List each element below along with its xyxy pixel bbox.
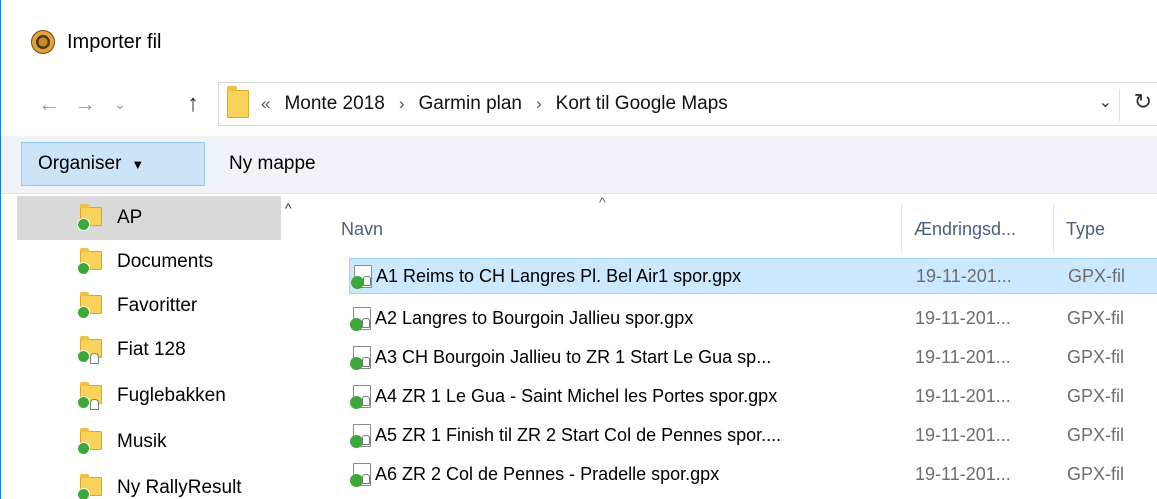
breadcrumb-separator-icon[interactable]: ›: [399, 94, 405, 114]
file-name: A2 Langres to Bourgoin Jallieu spor.gpx: [375, 308, 694, 328]
breadcrumb-separator-icon[interactable]: ›: [536, 94, 542, 114]
file-type: GPX-fil: [1067, 464, 1125, 484]
recent-locations-chevron-icon[interactable]: ⌄: [107, 82, 133, 126]
file-date: 19-11-201...: [915, 386, 1011, 406]
refresh-icon[interactable]: ↻: [1134, 89, 1152, 115]
nav-item-ap[interactable]: AP: [17, 196, 281, 240]
new-folder-button[interactable]: Ny mappe: [221, 142, 324, 186]
file-type: GPX-fil: [1067, 308, 1125, 328]
file-type: GPX-fil: [1068, 266, 1126, 286]
sync-check-icon: [77, 306, 90, 319]
nav-item-label: Fuglebakken: [117, 385, 226, 406]
import-file-dialog: Importer fil ← → ⌄ ↑ « Monte 2018 › Garm…: [0, 0, 1157, 499]
file-name: A1 Reims to CH Langres Pl. Bel Air1 spor…: [376, 266, 742, 286]
file-row[interactable]: A6 ZR 2 Col de Pennes - Pradelle spor.gp…: [349, 457, 1157, 493]
breadcrumb-garmin-plan[interactable]: Garmin plan: [419, 93, 523, 115]
file-name: A5 ZR 1 Finish til ZR 2 Start Col de Pen…: [375, 425, 782, 445]
file-type: GPX-fil: [1067, 347, 1125, 367]
app-disc-icon: [31, 30, 55, 54]
caret-down-icon: ▼: [131, 156, 145, 172]
column-header-row: Navn Ændringsd... Type: [329, 204, 1157, 254]
scroll-up-icon[interactable]: ^: [285, 200, 292, 216]
sync-check-icon: [77, 218, 90, 231]
nav-item-documents[interactable]: Documents: [17, 240, 281, 284]
shared-icon: [77, 396, 99, 410]
nav-item-label: Musik: [117, 431, 167, 452]
gpx-file-icon: [350, 307, 371, 331]
breadcrumb-kort-til-google-maps[interactable]: Kort til Google Maps: [556, 93, 728, 115]
back-arrow-icon[interactable]: ←: [31, 82, 67, 126]
file-list[interactable]: ^ Navn Ændringsd... Type A1 Reims to CH …: [329, 194, 1157, 499]
gpx-file-icon: [350, 424, 371, 448]
navigation-pane[interactable]: ^ AP Documents Favoritter Fiat 128 Fugle…: [1, 194, 301, 499]
nav-item-musik[interactable]: Musik: [17, 420, 281, 464]
divider: [1119, 89, 1120, 121]
nav-item-fiat-128[interactable]: Fiat 128: [17, 328, 281, 372]
file-date: 19-11-201...: [915, 347, 1011, 367]
file-row[interactable]: A3 CH Bourgoin Jallieu to ZR 1 Start Le …: [349, 340, 1157, 376]
file-name: A6 ZR 2 Col de Pennes - Pradelle spor.gp…: [375, 464, 720, 484]
address-dropdown-icon[interactable]: ⌄: [1099, 92, 1112, 112]
organise-label: Organiser: [38, 153, 122, 174]
file-row[interactable]: A1 Reims to CH Langres Pl. Bel Air1 spor…: [349, 258, 1157, 294]
window-title: Importer fil: [67, 31, 162, 53]
file-row[interactable]: A4 ZR 1 Le Gua - Saint Michel les Portes…: [349, 379, 1157, 415]
column-header-type[interactable]: Type: [1053, 204, 1157, 254]
file-type: GPX-fil: [1067, 386, 1125, 406]
forward-arrow-icon[interactable]: →: [67, 82, 103, 126]
organise-button[interactable]: Organiser ▼: [21, 142, 205, 186]
file-date: 19-11-201...: [916, 266, 1012, 286]
title-bar: Importer fil: [1, 0, 1157, 76]
column-header-name[interactable]: Navn: [329, 204, 901, 254]
nav-item-favoritter[interactable]: Favoritter: [17, 284, 281, 328]
nav-item-ny-rallyresult[interactable]: Ny RallyResult: [17, 466, 281, 499]
nav-item-fuglebakken[interactable]: Fuglebakken: [17, 374, 281, 418]
file-row[interactable]: A5 ZR 1 Finish til ZR 2 Start Col de Pen…: [349, 418, 1157, 454]
sync-check-icon: [77, 262, 90, 275]
breadcrumb-overflow[interactable]: «: [261, 94, 270, 114]
file-name: A4 ZR 1 Le Gua - Saint Michel les Portes…: [375, 386, 778, 406]
nav-item-label: Ny RallyResult: [117, 477, 242, 498]
shared-icon: [77, 350, 99, 364]
navigation-row: ← → ⌄ ↑ « Monte 2018 › Garmin plan › Kor…: [1, 82, 1157, 128]
gpx-file-icon: [351, 265, 372, 289]
nav-item-label: Fiat 128: [117, 339, 186, 360]
up-arrow-icon[interactable]: ↑: [173, 82, 213, 126]
file-row[interactable]: A2 Langres to Bourgoin Jallieu spor.gpx …: [349, 301, 1157, 337]
gpx-file-icon: [350, 346, 371, 370]
column-header-date-modified[interactable]: Ændringsd...: [901, 204, 1053, 254]
file-date: 19-11-201...: [915, 425, 1011, 445]
gpx-file-icon: [350, 385, 371, 409]
nav-item-label: Favoritter: [117, 295, 198, 316]
file-date: 19-11-201...: [915, 308, 1011, 328]
file-name: A3 CH Bourgoin Jallieu to ZR 1 Start Le …: [375, 347, 772, 367]
nav-item-label: Documents: [117, 251, 214, 272]
folder-icon: [227, 86, 249, 118]
sync-check-icon: [77, 488, 90, 499]
command-bar: Organiser ▼ Ny mappe: [1, 136, 1157, 194]
gpx-file-icon: [350, 463, 371, 487]
sync-check-icon: [77, 442, 90, 455]
breadcrumb-monte-2018[interactable]: Monte 2018: [284, 93, 384, 115]
nav-item-label: AP: [117, 207, 143, 228]
address-bar[interactable]: « Monte 2018 › Garmin plan › Kort til Go…: [218, 82, 1157, 126]
file-type: GPX-fil: [1067, 425, 1125, 445]
file-date: 19-11-201...: [915, 464, 1011, 484]
